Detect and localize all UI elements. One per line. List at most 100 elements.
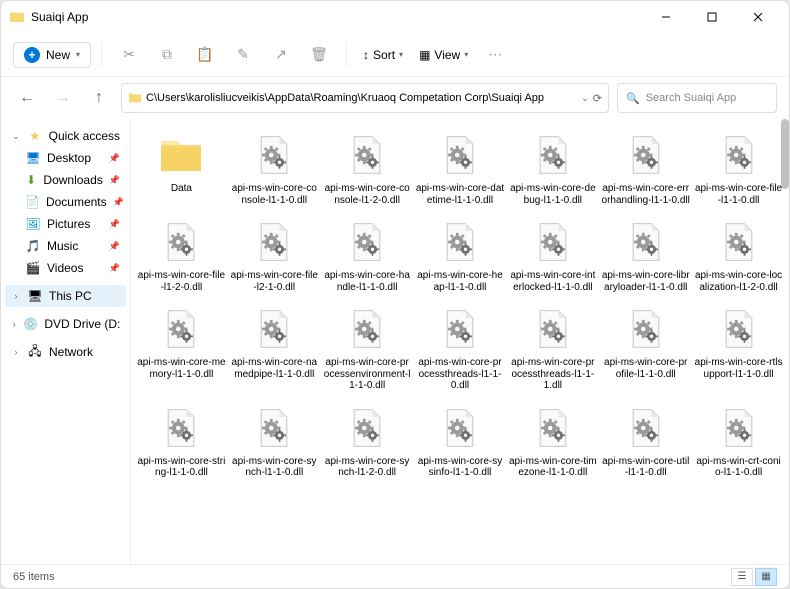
paste-icon[interactable]: 📋 (188, 38, 222, 72)
sidebar-network[interactable]: › 🖧 Network (5, 341, 126, 363)
sort-button[interactable]: ↕ Sort ▾ (357, 48, 409, 62)
details-view-button[interactable]: ☰ (731, 568, 753, 586)
folder-type-icon: 🎵 (25, 238, 41, 254)
close-button[interactable] (735, 1, 781, 33)
more-icon[interactable]: ⋯ (478, 38, 512, 72)
file-item[interactable]: api-ms-win-core-datetime-l1-1-0.dll (414, 127, 507, 210)
folder-icon (157, 131, 205, 179)
sidebar-this-pc[interactable]: › 🖥 This PC (5, 285, 126, 307)
folder-type-icon: 🎬 (25, 260, 41, 276)
refresh-icon[interactable]: ⟳ (593, 92, 602, 105)
file-name-label: api-ms-win-core-heap-l1-1-0.dll (416, 270, 505, 293)
disc-icon: 💿 (23, 316, 38, 332)
dll-file-icon (529, 131, 577, 179)
file-item[interactable]: api-ms-win-core-string-l1-1-0.dll (135, 400, 228, 483)
view-button[interactable]: ▦ View ▾ (413, 48, 474, 62)
file-item[interactable]: api-ms-win-core-sysinfo-l1-1-0.dll (414, 400, 507, 483)
file-item[interactable]: api-ms-win-core-libraryloader-l1-1-0.dll (599, 214, 692, 297)
file-item[interactable]: api-ms-win-core-file-l2-1-0.dll (228, 214, 321, 297)
file-name-label: api-ms-win-core-namedpipe-l1-1-0.dll (230, 357, 319, 380)
share-icon[interactable]: ↗ (264, 38, 298, 72)
window-controls (643, 1, 781, 33)
file-item[interactable]: api-ms-win-core-errorhandling-l1-1-0.dll (599, 127, 692, 210)
file-item[interactable]: api-ms-win-core-namedpipe-l1-1-0.dll (228, 301, 321, 396)
forward-button[interactable]: → (49, 84, 77, 112)
chevron-down-icon[interactable]: ⌄ (581, 93, 589, 104)
dll-file-icon (529, 305, 577, 353)
file-item[interactable]: api-ms-win-crt-conio-l1-1-0.dll (692, 400, 785, 483)
file-item[interactable]: api-ms-win-core-debug-l1-1-0.dll (506, 127, 599, 210)
sidebar-item-videos[interactable]: 🎬 Videos 📌 (5, 257, 126, 279)
status-bar: 65 items ☰ ▦ (1, 564, 789, 588)
status-text: 65 items (13, 571, 55, 583)
file-item[interactable]: api-ms-win-core-rtlsupport-l1-1-0.dll (692, 301, 785, 396)
maximize-button[interactable] (689, 1, 735, 33)
chevron-right-icon: › (11, 291, 21, 301)
file-item[interactable]: api-ms-win-core-file-l1-2-0.dll (135, 214, 228, 297)
dll-file-icon (529, 404, 577, 452)
sidebar-item-desktop[interactable]: 🖥Desktop📌 (5, 147, 126, 169)
sidebar-dvd-drive[interactable]: › 💿 DVD Drive (D:) CCCC (5, 313, 126, 335)
divider (101, 43, 102, 67)
dll-file-icon (529, 218, 577, 266)
file-item[interactable]: api-ms-win-core-console-l1-2-0.dll (321, 127, 414, 210)
divider (346, 43, 347, 67)
sidebar-item-label: Pictures (47, 217, 90, 231)
icons-view-button[interactable]: ▦ (755, 568, 777, 586)
file-item[interactable]: api-ms-win-core-interlocked-l1-1-0.dll (506, 214, 599, 297)
dll-file-icon (436, 305, 484, 353)
copy-icon[interactable]: ⧉ (150, 38, 184, 72)
window-folder-icon (9, 9, 25, 25)
file-item[interactable]: api-ms-win-core-synch-l1-1-0.dll (228, 400, 321, 483)
minimize-button[interactable] (643, 1, 689, 33)
dll-file-icon (343, 305, 391, 353)
file-item[interactable]: api-ms-win-core-profile-l1-1-0.dll (599, 301, 692, 396)
file-item[interactable]: api-ms-win-core-file-l1-1-0.dll (692, 127, 785, 210)
file-item[interactable]: api-ms-win-core-console-l1-1-0.dll (228, 127, 321, 210)
dll-file-icon (436, 404, 484, 452)
sidebar-item-downloads[interactable]: ⬇Downloads📌 (5, 169, 126, 191)
folder-item[interactable]: Data (135, 127, 228, 210)
sidebar-item-pictures[interactable]: 🖼Pictures📌 (5, 213, 126, 235)
scrollbar-thumb[interactable] (781, 119, 789, 189)
file-item[interactable]: api-ms-win-core-timezone-l1-1-0.dll (506, 400, 599, 483)
chevron-down-icon: ▾ (76, 50, 80, 59)
rename-icon[interactable]: ✎ (226, 38, 260, 72)
file-item[interactable]: api-ms-win-core-util-l1-1-0.dll (599, 400, 692, 483)
file-item[interactable]: api-ms-win-core-processenvironment-l1-1-… (321, 301, 414, 396)
file-item[interactable]: api-ms-win-core-synch-l1-2-0.dll (321, 400, 414, 483)
file-item[interactable]: api-ms-win-core-localization-l1-2-0.dll (692, 214, 785, 297)
file-name-label: api-ms-win-core-file-l1-2-0.dll (137, 270, 226, 293)
folder-type-icon: ⬇ (25, 172, 37, 188)
file-item[interactable]: api-ms-win-core-memory-l1-1-0.dll (135, 301, 228, 396)
pin-icon: 📌 (109, 263, 120, 274)
navigation-pane: ⌄ ★ Quick access 🖥Desktop📌⬇Downloads📌📄Do… (1, 119, 131, 564)
search-input[interactable]: 🔍 Search Suaiqi App (617, 83, 777, 113)
pin-icon: 📌 (113, 197, 124, 208)
file-item[interactable]: api-ms-win-core-processthreads-l1-1-1.dl… (506, 301, 599, 396)
file-name-label: api-ms-win-core-file-l2-1-0.dll (230, 270, 319, 293)
address-bar[interactable]: C\Users\karolisliucveikis\AppData\Roamin… (121, 83, 609, 113)
file-name-label: api-ms-win-core-processthreads-l1-1-1.dl… (508, 357, 597, 392)
delete-icon[interactable]: 🗑 (302, 38, 336, 72)
network-icon: 🖧 (27, 344, 43, 360)
sidebar-item-label: Videos (47, 261, 83, 275)
sidebar-item-music[interactable]: 🎵Music📌 (5, 235, 126, 257)
file-item[interactable]: api-ms-win-core-heap-l1-1-0.dll (414, 214, 507, 297)
cut-icon[interactable]: ✂ (112, 38, 146, 72)
sidebar-item-documents[interactable]: 📄Documents📌 (5, 191, 126, 213)
up-button[interactable]: ↑ (85, 84, 113, 112)
folder-type-icon: 🖥 (25, 150, 41, 166)
dll-file-icon (622, 218, 670, 266)
pin-icon: 📌 (109, 153, 120, 164)
titlebar[interactable]: Suaiqi App (1, 1, 789, 33)
file-list[interactable]: Dataapi-ms-win-core-console-l1-1-0.dllap… (131, 119, 789, 564)
folder-icon (128, 91, 142, 105)
chevron-right-icon: › (11, 319, 17, 329)
sidebar-quick-access[interactable]: ⌄ ★ Quick access (5, 125, 126, 147)
new-button[interactable]: + New ▾ (13, 42, 91, 68)
file-item[interactable]: api-ms-win-core-handle-l1-1-0.dll (321, 214, 414, 297)
back-button[interactable]: ← (13, 84, 41, 112)
file-item[interactable]: api-ms-win-core-processthreads-l1-1-0.dl… (414, 301, 507, 396)
pin-icon: 📌 (109, 241, 120, 252)
